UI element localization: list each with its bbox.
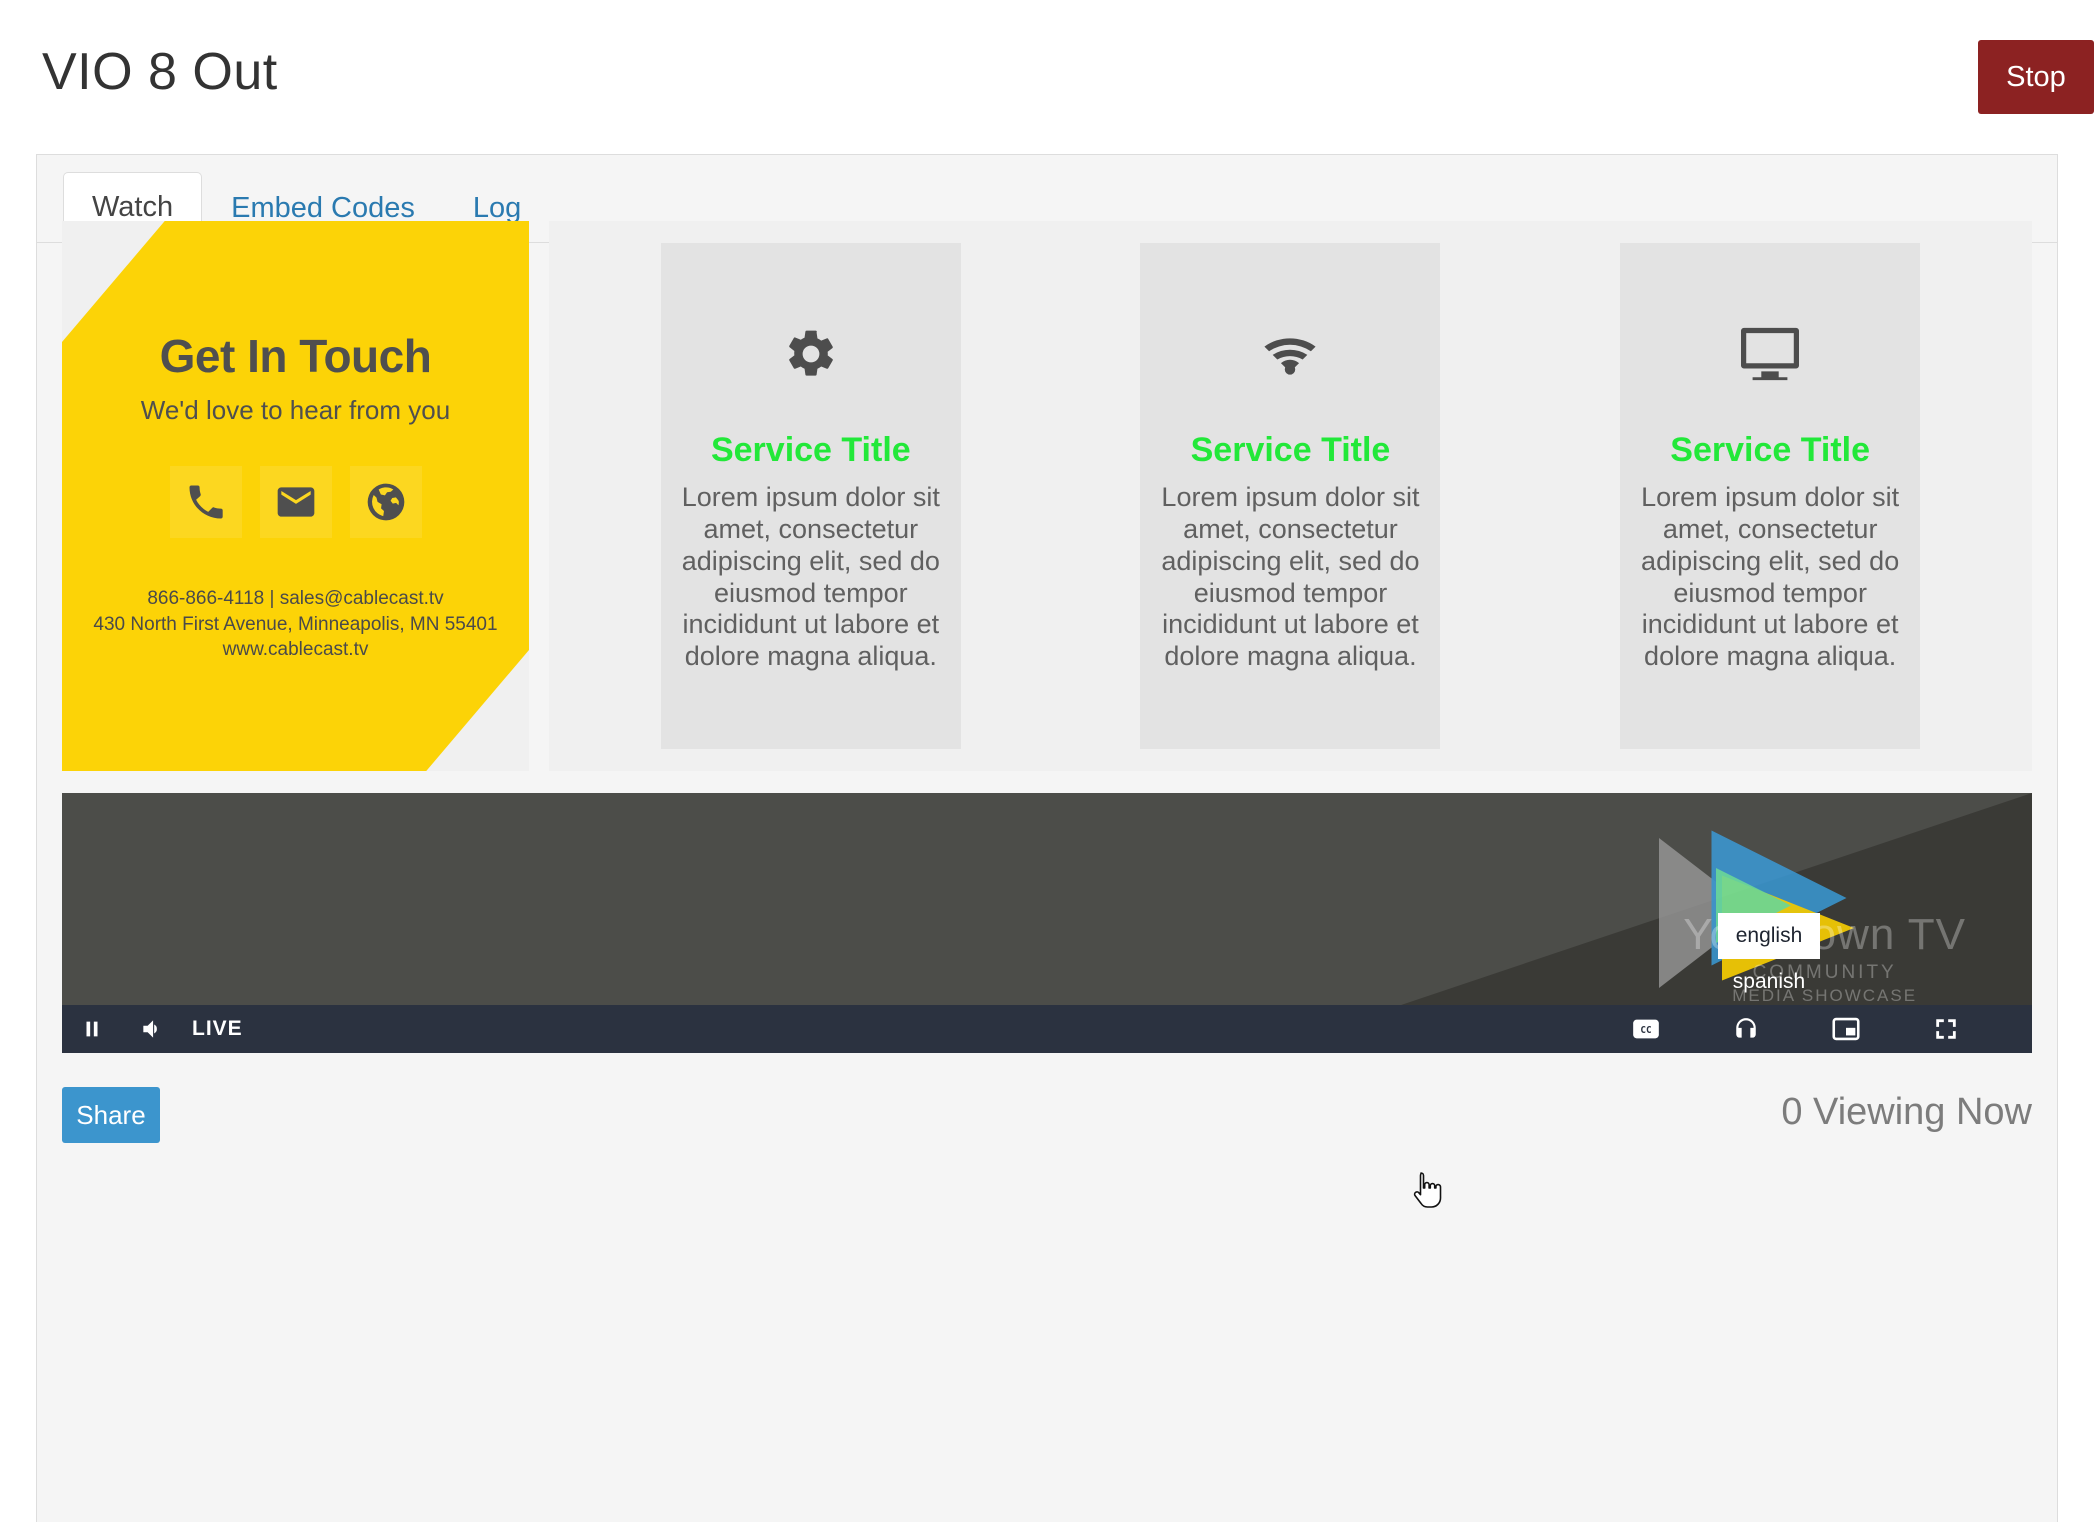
mouse-cursor-pointing-hand [1413,1172,1442,1208]
service-card: Service Title Lorem ipsum dolor sit amet… [660,243,961,749]
service-body: Lorem ipsum dolor sit amet, consectetur … [1641,482,1900,672]
headphone-icon[interactable] [1716,1005,1776,1053]
cc-icon[interactable]: CC [1616,1005,1676,1053]
viewing-now-counter: 0 Viewing Now [1781,1091,2032,1133]
service-body: Lorem ipsum dolor sit amet, consectetur … [681,482,940,672]
service-cards-panel: Service Title Lorem ipsum dolor sit amet… [549,221,2032,771]
slide-preview: Get In Touch We'd love to hear from you … [62,221,2032,771]
pip-icon[interactable] [1816,1005,1876,1053]
live-indicator: LIVE [192,1017,243,1040]
main-panel: Watch Embed Codes Log Get In Touch We'd … [36,154,2058,1522]
language-option-english[interactable]: english [1718,913,1820,959]
video-player[interactable]: Your Town TV COMMUNITY MEDIA SHOWCASE en… [62,793,2032,1053]
volume-button[interactable] [122,1005,182,1053]
page-header: VIO 8 Out Stop [0,0,2094,150]
language-option-spanish[interactable]: spanish [1718,959,1820,1005]
service-card: Service Title Lorem ipsum dolor sit amet… [1140,243,1441,749]
language-menu[interactable]: english spanish [1718,913,1820,1005]
contact-details: 866-866-4118 | sales@cablecast.tv 430 No… [62,586,529,663]
service-title: Service Title [1670,431,1870,469]
contact-address: 430 North First Avenue, Minneapolis, MN … [93,613,498,635]
fullscreen-icon[interactable] [1916,1005,1976,1053]
contact-phone-email: 866-866-4118 | sales@cablecast.tv [147,588,444,609]
pause-button[interactable] [62,1005,122,1053]
player-controls: LIVE CC [62,1005,2032,1053]
contact-card: Get In Touch We'd love to hear from you … [62,221,529,771]
share-button[interactable]: Share [62,1087,160,1143]
service-title: Service Title [710,431,911,469]
controls-right-group: CC [1616,1005,2032,1053]
gear-icon [681,315,941,393]
contact-title: Get In Touch [159,330,432,382]
footer-bar: Share 0 Viewing Now [62,1075,2032,1175]
envelope-icon [259,466,332,538]
monitor-icon [1640,315,1900,393]
service-body: Lorem ipsum dolor sit amet, consectetur … [1161,482,1420,672]
service-card: Service Title Lorem ipsum dolor sit amet… [1620,243,1921,749]
contact-icon-row [62,466,529,538]
svg-text:CC: CC [1640,1025,1651,1036]
wifi-icon [1160,315,1420,393]
service-title: Service Title [1190,431,1391,469]
phone-icon [169,466,242,538]
contact-website: www.cablecast.tv [222,639,369,661]
page-title: VIO 8 Out [42,43,278,101]
stop-button[interactable]: Stop [1978,40,2094,114]
contact-subtitle: We'd love to hear from you [140,395,451,425]
contact-slide-panel: Get In Touch We'd love to hear from you … [62,221,529,771]
globe-icon [349,466,422,538]
